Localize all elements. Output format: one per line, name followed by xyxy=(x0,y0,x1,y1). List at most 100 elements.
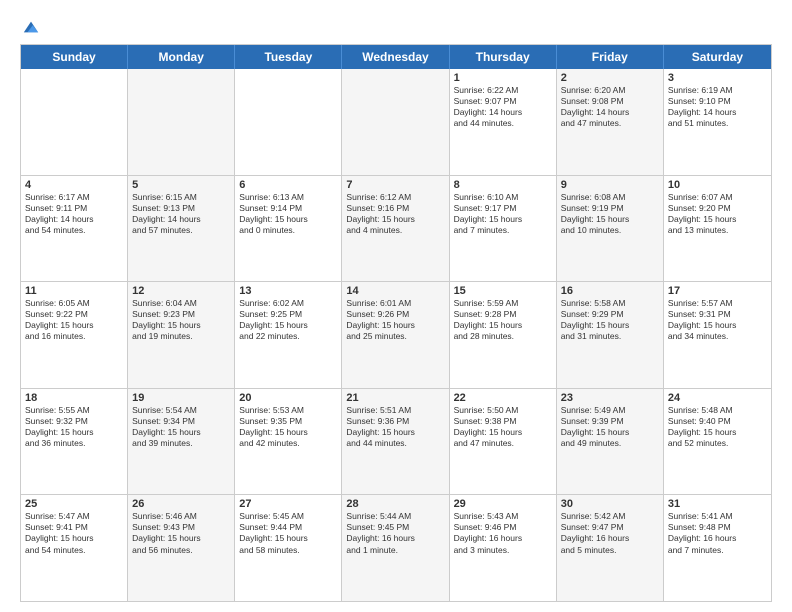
header-day-tuesday: Tuesday xyxy=(235,45,342,69)
cal-cell-5: 5Sunrise: 6:15 AM Sunset: 9:13 PM Daylig… xyxy=(128,176,235,282)
cal-cell-1: 1Sunrise: 6:22 AM Sunset: 9:07 PM Daylig… xyxy=(450,69,557,175)
day-number: 11 xyxy=(25,285,123,297)
day-number: 3 xyxy=(668,72,767,84)
day-info: Sunrise: 6:08 AM Sunset: 9:19 PM Dayligh… xyxy=(561,192,659,236)
cal-cell-11: 11Sunrise: 6:05 AM Sunset: 9:22 PM Dayli… xyxy=(21,282,128,388)
cal-cell-28: 28Sunrise: 5:44 AM Sunset: 9:45 PM Dayli… xyxy=(342,495,449,601)
day-info: Sunrise: 6:02 AM Sunset: 9:25 PM Dayligh… xyxy=(239,298,337,342)
cal-cell-3: 3Sunrise: 6:19 AM Sunset: 9:10 PM Daylig… xyxy=(664,69,771,175)
day-info: Sunrise: 6:22 AM Sunset: 9:07 PM Dayligh… xyxy=(454,85,552,129)
day-info: Sunrise: 6:12 AM Sunset: 9:16 PM Dayligh… xyxy=(346,192,444,236)
cal-cell-empty-0-2 xyxy=(235,69,342,175)
calendar-row-2: 4Sunrise: 6:17 AM Sunset: 9:11 PM Daylig… xyxy=(21,175,771,282)
cal-cell-22: 22Sunrise: 5:50 AM Sunset: 9:38 PM Dayli… xyxy=(450,389,557,495)
calendar-row-5: 25Sunrise: 5:47 AM Sunset: 9:41 PM Dayli… xyxy=(21,494,771,601)
day-number: 25 xyxy=(25,498,123,510)
day-info: Sunrise: 5:57 AM Sunset: 9:31 PM Dayligh… xyxy=(668,298,767,342)
day-info: Sunrise: 5:45 AM Sunset: 9:44 PM Dayligh… xyxy=(239,511,337,555)
day-number: 16 xyxy=(561,285,659,297)
day-info: Sunrise: 5:49 AM Sunset: 9:39 PM Dayligh… xyxy=(561,405,659,449)
day-number: 2 xyxy=(561,72,659,84)
day-info: Sunrise: 5:59 AM Sunset: 9:28 PM Dayligh… xyxy=(454,298,552,342)
cal-cell-14: 14Sunrise: 6:01 AM Sunset: 9:26 PM Dayli… xyxy=(342,282,449,388)
calendar: SundayMondayTuesdayWednesdayThursdayFrid… xyxy=(20,44,772,602)
day-number: 6 xyxy=(239,179,337,191)
day-info: Sunrise: 6:04 AM Sunset: 9:23 PM Dayligh… xyxy=(132,298,230,342)
day-info: Sunrise: 6:15 AM Sunset: 9:13 PM Dayligh… xyxy=(132,192,230,236)
page: SundayMondayTuesdayWednesdayThursdayFrid… xyxy=(0,0,792,612)
cal-cell-20: 20Sunrise: 5:53 AM Sunset: 9:35 PM Dayli… xyxy=(235,389,342,495)
cal-cell-27: 27Sunrise: 5:45 AM Sunset: 9:44 PM Dayli… xyxy=(235,495,342,601)
day-number: 8 xyxy=(454,179,552,191)
day-info: Sunrise: 5:54 AM Sunset: 9:34 PM Dayligh… xyxy=(132,405,230,449)
calendar-header: SundayMondayTuesdayWednesdayThursdayFrid… xyxy=(21,45,771,69)
day-number: 27 xyxy=(239,498,337,510)
day-info: Sunrise: 6:05 AM Sunset: 9:22 PM Dayligh… xyxy=(25,298,123,342)
day-number: 29 xyxy=(454,498,552,510)
cal-cell-30: 30Sunrise: 5:42 AM Sunset: 9:47 PM Dayli… xyxy=(557,495,664,601)
day-number: 14 xyxy=(346,285,444,297)
day-info: Sunrise: 6:17 AM Sunset: 9:11 PM Dayligh… xyxy=(25,192,123,236)
logo-text xyxy=(20,16,40,36)
cal-cell-15: 15Sunrise: 5:59 AM Sunset: 9:28 PM Dayli… xyxy=(450,282,557,388)
cal-cell-25: 25Sunrise: 5:47 AM Sunset: 9:41 PM Dayli… xyxy=(21,495,128,601)
day-number: 9 xyxy=(561,179,659,191)
cal-cell-21: 21Sunrise: 5:51 AM Sunset: 9:36 PM Dayli… xyxy=(342,389,449,495)
day-info: Sunrise: 5:47 AM Sunset: 9:41 PM Dayligh… xyxy=(25,511,123,555)
cal-cell-10: 10Sunrise: 6:07 AM Sunset: 9:20 PM Dayli… xyxy=(664,176,771,282)
header-day-friday: Friday xyxy=(557,45,664,69)
cal-cell-16: 16Sunrise: 5:58 AM Sunset: 9:29 PM Dayli… xyxy=(557,282,664,388)
day-info: Sunrise: 6:10 AM Sunset: 9:17 PM Dayligh… xyxy=(454,192,552,236)
day-info: Sunrise: 6:20 AM Sunset: 9:08 PM Dayligh… xyxy=(561,85,659,129)
day-number: 13 xyxy=(239,285,337,297)
day-info: Sunrise: 6:01 AM Sunset: 9:26 PM Dayligh… xyxy=(346,298,444,342)
day-info: Sunrise: 5:42 AM Sunset: 9:47 PM Dayligh… xyxy=(561,511,659,555)
cal-cell-2: 2Sunrise: 6:20 AM Sunset: 9:08 PM Daylig… xyxy=(557,69,664,175)
day-number: 1 xyxy=(454,72,552,84)
cal-cell-empty-0-1 xyxy=(128,69,235,175)
day-number: 31 xyxy=(668,498,767,510)
day-number: 15 xyxy=(454,285,552,297)
header-day-wednesday: Wednesday xyxy=(342,45,449,69)
day-number: 18 xyxy=(25,392,123,404)
header-day-thursday: Thursday xyxy=(450,45,557,69)
cal-cell-6: 6Sunrise: 6:13 AM Sunset: 9:14 PM Daylig… xyxy=(235,176,342,282)
day-number: 26 xyxy=(132,498,230,510)
day-info: Sunrise: 6:13 AM Sunset: 9:14 PM Dayligh… xyxy=(239,192,337,236)
day-info: Sunrise: 5:51 AM Sunset: 9:36 PM Dayligh… xyxy=(346,405,444,449)
day-info: Sunrise: 5:50 AM Sunset: 9:38 PM Dayligh… xyxy=(454,405,552,449)
day-number: 20 xyxy=(239,392,337,404)
day-number: 5 xyxy=(132,179,230,191)
header xyxy=(20,16,772,36)
day-number: 19 xyxy=(132,392,230,404)
day-info: Sunrise: 6:19 AM Sunset: 9:10 PM Dayligh… xyxy=(668,85,767,129)
calendar-row-4: 18Sunrise: 5:55 AM Sunset: 9:32 PM Dayli… xyxy=(21,388,771,495)
calendar-row-1: 1Sunrise: 6:22 AM Sunset: 9:07 PM Daylig… xyxy=(21,69,771,175)
cal-cell-26: 26Sunrise: 5:46 AM Sunset: 9:43 PM Dayli… xyxy=(128,495,235,601)
day-info: Sunrise: 5:48 AM Sunset: 9:40 PM Dayligh… xyxy=(668,405,767,449)
cal-cell-empty-0-0 xyxy=(21,69,128,175)
cal-cell-29: 29Sunrise: 5:43 AM Sunset: 9:46 PM Dayli… xyxy=(450,495,557,601)
cal-cell-empty-0-3 xyxy=(342,69,449,175)
day-info: Sunrise: 5:44 AM Sunset: 9:45 PM Dayligh… xyxy=(346,511,444,555)
header-day-monday: Monday xyxy=(128,45,235,69)
logo-icon xyxy=(22,18,40,36)
day-number: 30 xyxy=(561,498,659,510)
day-number: 17 xyxy=(668,285,767,297)
cal-cell-4: 4Sunrise: 6:17 AM Sunset: 9:11 PM Daylig… xyxy=(21,176,128,282)
cal-cell-17: 17Sunrise: 5:57 AM Sunset: 9:31 PM Dayli… xyxy=(664,282,771,388)
day-number: 21 xyxy=(346,392,444,404)
day-number: 28 xyxy=(346,498,444,510)
cal-cell-18: 18Sunrise: 5:55 AM Sunset: 9:32 PM Dayli… xyxy=(21,389,128,495)
day-info: Sunrise: 5:46 AM Sunset: 9:43 PM Dayligh… xyxy=(132,511,230,555)
cal-cell-19: 19Sunrise: 5:54 AM Sunset: 9:34 PM Dayli… xyxy=(128,389,235,495)
cal-cell-8: 8Sunrise: 6:10 AM Sunset: 9:17 PM Daylig… xyxy=(450,176,557,282)
cal-cell-31: 31Sunrise: 5:41 AM Sunset: 9:48 PM Dayli… xyxy=(664,495,771,601)
day-info: Sunrise: 5:53 AM Sunset: 9:35 PM Dayligh… xyxy=(239,405,337,449)
day-info: Sunrise: 6:07 AM Sunset: 9:20 PM Dayligh… xyxy=(668,192,767,236)
day-info: Sunrise: 5:55 AM Sunset: 9:32 PM Dayligh… xyxy=(25,405,123,449)
cal-cell-9: 9Sunrise: 6:08 AM Sunset: 9:19 PM Daylig… xyxy=(557,176,664,282)
cal-cell-24: 24Sunrise: 5:48 AM Sunset: 9:40 PM Dayli… xyxy=(664,389,771,495)
cal-cell-12: 12Sunrise: 6:04 AM Sunset: 9:23 PM Dayli… xyxy=(128,282,235,388)
day-number: 4 xyxy=(25,179,123,191)
